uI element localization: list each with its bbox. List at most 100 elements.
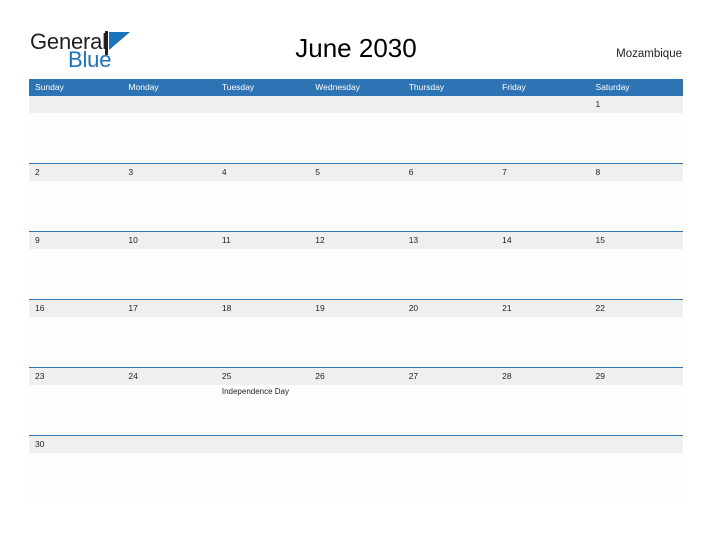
day-number[interactable]: 30 [29,436,122,453]
day-number[interactable]: 2 [29,164,122,181]
day-number[interactable]: 7 [496,164,589,181]
day-number[interactable]: 15 [590,232,683,249]
day-cell[interactable] [29,249,122,299]
day-cell[interactable] [590,453,683,503]
day-cell[interactable] [403,317,496,367]
calendar-week-row: 30 [29,435,683,503]
day-number[interactable]: 26 [309,368,402,385]
calendar-week-row: 2 3 4 5 6 7 8 [29,163,683,231]
country-label: Mozambique [616,48,682,60]
day-cell[interactable] [122,385,215,435]
day-cell[interactable] [590,385,683,435]
day-cell[interactable] [29,385,122,435]
day-number[interactable]: 10 [122,232,215,249]
day-cell[interactable] [403,249,496,299]
day-number[interactable]: 9 [29,232,122,249]
day-cell[interactable] [122,249,215,299]
day-cell[interactable] [496,113,589,163]
day-number[interactable]: 21 [496,300,589,317]
day-number[interactable]: 18 [216,300,309,317]
day-cell[interactable] [496,249,589,299]
day-cell[interactable] [29,181,122,231]
day-cell[interactable] [216,113,309,163]
day-number[interactable]: 24 [122,368,215,385]
day-number[interactable] [590,436,683,453]
week-date-band: 30 [29,436,683,453]
week-event-band [29,181,683,231]
weekday-header-tuesday: Tuesday [221,82,255,92]
week-event-band: Independence Day [29,385,683,435]
week-event-band [29,317,683,367]
day-number[interactable]: 19 [309,300,402,317]
day-number[interactable]: 25 [216,368,309,385]
day-cell-independence-day[interactable]: Independence Day [216,385,309,435]
day-number[interactable]: 13 [403,232,496,249]
day-cell[interactable] [122,453,215,503]
calendar-week-row: 1 [29,96,683,163]
week-date-band: 1 [29,96,683,113]
day-cell[interactable] [403,181,496,231]
day-number[interactable]: 14 [496,232,589,249]
calendar-grid: Sunday Monday Tuesday Wednesday Thursday… [29,79,683,503]
day-number[interactable] [496,436,589,453]
day-cell[interactable] [403,385,496,435]
day-cell[interactable] [216,317,309,367]
weekday-header-monday: Monday [128,82,159,92]
day-number[interactable]: 28 [496,368,589,385]
day-number[interactable]: 20 [403,300,496,317]
day-cell[interactable] [309,385,402,435]
day-cell[interactable] [216,181,309,231]
day-number[interactable]: 12 [309,232,402,249]
day-cell[interactable] [309,453,402,503]
day-cell[interactable] [496,453,589,503]
day-number[interactable] [403,96,496,113]
day-cell[interactable] [216,453,309,503]
day-number[interactable]: 4 [216,164,309,181]
weekday-header-saturday: Saturday [595,82,630,92]
day-cell[interactable] [122,113,215,163]
day-cell[interactable] [309,317,402,367]
day-cell[interactable] [309,181,402,231]
weekday-header-thursday: Thursday [408,82,445,92]
day-number[interactable]: 1 [590,96,683,113]
day-cell[interactable] [590,181,683,231]
day-cell[interactable] [496,317,589,367]
day-cell[interactable] [403,453,496,503]
day-cell[interactable] [590,113,683,163]
day-number[interactable] [29,96,122,113]
day-cell[interactable] [29,317,122,367]
day-number[interactable]: 8 [590,164,683,181]
day-number[interactable]: 22 [590,300,683,317]
day-number[interactable] [403,436,496,453]
day-number[interactable]: 23 [29,368,122,385]
day-cell[interactable] [309,113,402,163]
day-cell[interactable] [403,113,496,163]
day-cell[interactable] [29,113,122,163]
day-number[interactable]: 11 [216,232,309,249]
day-number[interactable] [216,436,309,453]
day-cell[interactable] [496,181,589,231]
day-number[interactable]: 3 [122,164,215,181]
day-number[interactable] [496,96,589,113]
day-number[interactable]: 6 [403,164,496,181]
day-number[interactable] [122,436,215,453]
day-cell[interactable] [122,317,215,367]
day-number[interactable] [309,436,402,453]
day-number[interactable]: 5 [309,164,402,181]
day-number[interactable] [309,96,402,113]
day-cell[interactable] [590,249,683,299]
day-number[interactable] [122,96,215,113]
day-cell[interactable] [309,249,402,299]
calendar-week-row: 9 10 11 12 13 14 15 [29,231,683,299]
day-cell[interactable] [590,317,683,367]
day-cell[interactable] [122,181,215,231]
day-cell[interactable] [496,385,589,435]
day-number[interactable]: 27 [403,368,496,385]
week-date-band: 23 24 25 26 27 28 29 [29,368,683,385]
day-number[interactable]: 16 [29,300,122,317]
day-number[interactable]: 17 [122,300,215,317]
day-cell[interactable] [216,249,309,299]
day-cell[interactable] [29,453,122,503]
day-number[interactable]: 29 [590,368,683,385]
day-number[interactable] [216,96,309,113]
